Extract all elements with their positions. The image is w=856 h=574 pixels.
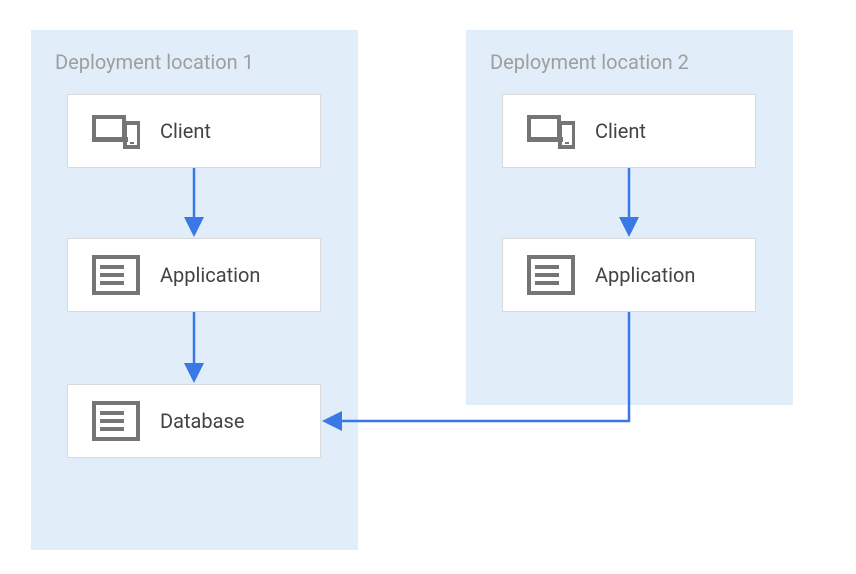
node-client-1: Client	[67, 94, 321, 168]
node-database-1-label: Database	[160, 409, 244, 433]
client-devices-icon	[527, 111, 575, 151]
server-icon	[92, 255, 140, 295]
deployment-region-2: Deployment location 2	[466, 30, 793, 405]
node-database-1: Database	[67, 384, 321, 458]
node-application-2-label: Application	[595, 263, 695, 287]
node-client-2: Client	[502, 94, 756, 168]
node-client-2-label: Client	[595, 119, 646, 143]
region-1-title: Deployment location 1	[55, 50, 334, 74]
region-2-title: Deployment location 2	[490, 50, 769, 74]
node-application-2: Application	[502, 238, 756, 312]
server-icon	[527, 255, 575, 295]
node-application-1-label: Application	[160, 263, 260, 287]
node-application-1: Application	[67, 238, 321, 312]
server-icon	[92, 401, 140, 441]
node-client-1-label: Client	[160, 119, 211, 143]
client-devices-icon	[92, 111, 140, 151]
